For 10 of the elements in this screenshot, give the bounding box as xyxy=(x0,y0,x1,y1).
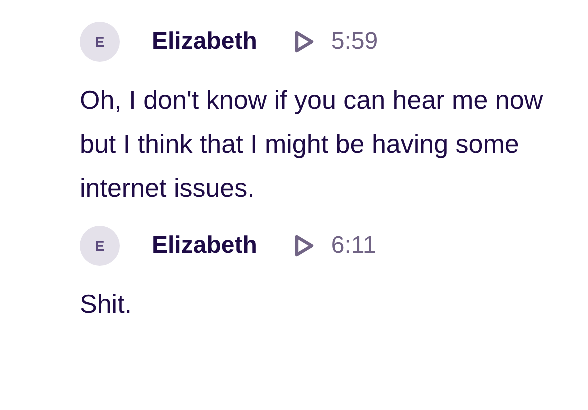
author-name: Elizabeth xyxy=(152,232,258,260)
play-icon[interactable] xyxy=(293,234,316,258)
avatar: E xyxy=(80,226,120,266)
avatar: E xyxy=(80,22,120,62)
message-text: Oh, I don't know if you can hear me now but I think that I might be having some internet issues. xyxy=(80,84,544,205)
timestamp[interactable]: 6:11 xyxy=(331,232,376,260)
timestamp[interactable]: 5:59 xyxy=(331,28,378,56)
author-name: Elizabeth xyxy=(152,28,258,56)
message-text: Shit. xyxy=(80,288,134,321)
play-icon[interactable] xyxy=(293,30,316,54)
